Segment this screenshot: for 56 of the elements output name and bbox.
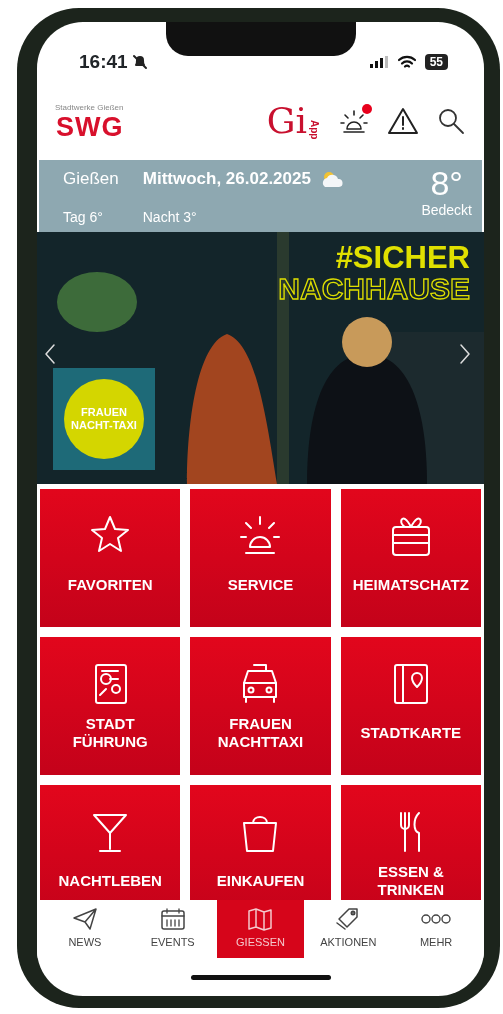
menu-tile[interactable]: EINKAUFEN (190, 785, 331, 900)
wifi-icon (396, 54, 417, 70)
menu-tile[interactable]: ESSEN & TRINKEN (340, 785, 481, 900)
battery-indicator: 55 (424, 54, 448, 70)
app-logo-subtitle: App (308, 119, 321, 139)
status-time: 16:41 (79, 49, 128, 74)
tile-label: ESSEN & (377, 863, 445, 881)
tile-label: SERVICE (227, 576, 294, 594)
signal-icon (368, 55, 389, 69)
weather-night-temperature: Nacht 3° (142, 208, 198, 227)
weather-condition: Bedeckt (421, 201, 472, 220)
nav-tab[interactable]: GIESSEN (216, 900, 305, 958)
search-icon (437, 107, 465, 135)
banner-headline: #SICHER (335, 242, 470, 273)
tile-label: NACHTTAXI (217, 733, 304, 751)
tile-label: NACHTLEBEN (58, 872, 162, 890)
nav-tab[interactable]: NEWS (41, 900, 129, 958)
nav-tab[interactable]: AKTIONEN (304, 900, 393, 958)
search-button[interactable] (436, 106, 466, 136)
tile-label: FRAUEN (228, 715, 293, 733)
map-icon (247, 907, 274, 932)
tile-label: EINKAUFEN (216, 872, 305, 890)
menu-tile[interactable]: STADT FÜHRUNG (40, 637, 181, 775)
temperature: 8° (430, 166, 463, 200)
tile-label: HEIMATSCHATZ (352, 576, 469, 594)
warning-button[interactable] (386, 106, 420, 136)
weather-city: Gießen (63, 168, 119, 190)
alarm-button[interactable] (338, 107, 370, 135)
chevron-right-icon (459, 342, 471, 365)
menu-tile[interactable]: NACHTLEBEN (40, 785, 181, 900)
nav-tab[interactable]: MEHR (392, 900, 480, 958)
taxi-logo-text: NACHT-TAXI (71, 419, 137, 433)
weather-day-temperature: Tag 6° (63, 208, 104, 227)
tile-label: TRINKEN (377, 881, 445, 899)
chevron-left-icon (44, 342, 56, 365)
menu-tile[interactable]: HEIMATSCHATZ (340, 489, 481, 627)
tile-label: FAVORITEN (67, 576, 153, 594)
menu-tile[interactable]: SERVICE (190, 489, 331, 627)
tile-label: STADT (84, 715, 136, 733)
tile-label: STADTKARTE (360, 724, 462, 742)
nav-tab[interactable]: EVENTS (128, 900, 217, 958)
siren-icon (339, 108, 369, 134)
menu-tile[interactable]: FRAUEN NACHTTAXI (190, 637, 331, 775)
calendar-icon (159, 907, 186, 932)
menu-tile[interactable]: STADTKARTE (340, 637, 481, 775)
company-logo: SWG (56, 113, 124, 141)
weather-date: Mittwoch, 26.02.2025 (142, 168, 311, 190)
tile-label: FÜHRUNG (72, 733, 148, 751)
muted-bell-icon (131, 54, 148, 70)
paper-plane-icon (71, 907, 98, 932)
logo-caption: Stadtwerke Gießen (55, 101, 124, 114)
banner-subline: NACHHAUSE (278, 274, 470, 304)
menu-tile[interactable]: FAVORITEN (40, 489, 181, 627)
warning-icon (387, 107, 419, 135)
taxi-logo-text: FRAUEN (81, 405, 127, 419)
app-logo: Gi (266, 103, 307, 139)
